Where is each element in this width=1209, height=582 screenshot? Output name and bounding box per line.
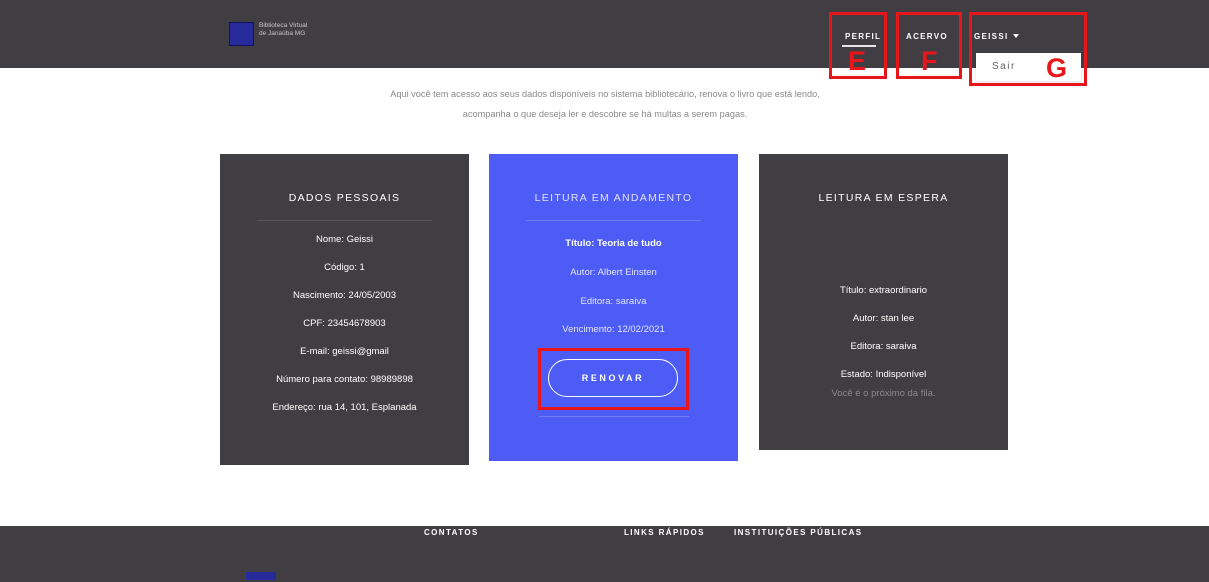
footer-quick-links-heading: LINKS RÁPIDOS <box>624 528 705 537</box>
personal-address: Endereço: rua 14, 101, Esplanada <box>272 402 417 413</box>
intro-text: Aqui você tem acesso aos seus dados disp… <box>300 84 910 124</box>
intro-line-1: Aqui você tem acesso aos seus dados disp… <box>390 89 820 99</box>
current-book-publisher: Editora: saraiva <box>580 296 647 307</box>
personal-data-card: DADOS PESSOAIS Nome: Geissi Código: 1 Na… <box>220 154 469 465</box>
brand[interactable]: Biblioteca Virtual de Janaúba MG <box>229 22 307 46</box>
personal-data-title: DADOS PESSOAIS <box>288 192 401 204</box>
waiting-book-publisher: Editora: saraiva <box>850 341 917 352</box>
intro-line-2: acompanha o que deseja ler e descobre se… <box>462 109 748 119</box>
annotation-box-renew <box>538 348 689 410</box>
card-bottom-divider <box>539 416 689 417</box>
personal-name: Nome: Geissi <box>315 234 373 245</box>
waiting-reading-card: LEITURA EM ESPERA Título: extraordinario… <box>759 154 1008 450</box>
footer-contacts-heading: CONTATOS <box>424 528 479 537</box>
annotation-label-e: E <box>848 46 867 76</box>
current-book-author: Autor: Albert Einsten <box>570 267 657 278</box>
brand-line-2: de Janaúba MG <box>259 29 306 37</box>
personal-email: E-mail: geissi@gmail <box>300 346 389 357</box>
current-reading-title: LEITURA EM ANDAMENTO <box>534 192 693 204</box>
annotation-label-f: F <box>921 46 938 76</box>
waiting-book-status: Estado: Indisponível <box>840 369 927 380</box>
personal-code: Código: 1 <box>324 262 365 273</box>
current-book-due-date: Vencimento: 12/02/2021 <box>562 324 665 335</box>
waiting-queue-note: Você é o próximo da fila. <box>831 388 936 399</box>
library-logo-icon <box>229 22 254 46</box>
annotation-box-g <box>969 12 1087 86</box>
footer: CONTATOS LINKS RÁPIDOS INSTITUIÇÕES PÚBL… <box>0 526 1209 582</box>
waiting-reading-title: LEITURA EM ESPERA <box>818 192 949 204</box>
footer-public-institutions-heading: INSTITUIÇÕES PÚBLICAS <box>734 528 863 537</box>
brand-line-1: Biblioteca Virtual <box>259 22 308 29</box>
annotation-label-g: G <box>1046 53 1068 83</box>
waiting-book-title: Título: extraordinario <box>839 285 928 296</box>
current-book-title: Título: Teoria de tudo <box>565 238 662 249</box>
waiting-book-author: Autor: stan lee <box>852 313 915 324</box>
card-divider <box>526 220 701 221</box>
personal-cpf: CPF: 23454678903 <box>303 318 386 329</box>
card-divider <box>257 220 432 221</box>
current-reading-card: LEITURA EM ANDAMENTO Título: Teoria de t… <box>489 154 738 461</box>
personal-phone: Número para contato: 98989898 <box>276 374 413 385</box>
personal-birthdate: Nascimento: 24/05/2003 <box>293 290 396 301</box>
brand-text: Biblioteca Virtual de Janaúba MG <box>259 22 307 37</box>
footer-logo-icon <box>246 572 276 580</box>
